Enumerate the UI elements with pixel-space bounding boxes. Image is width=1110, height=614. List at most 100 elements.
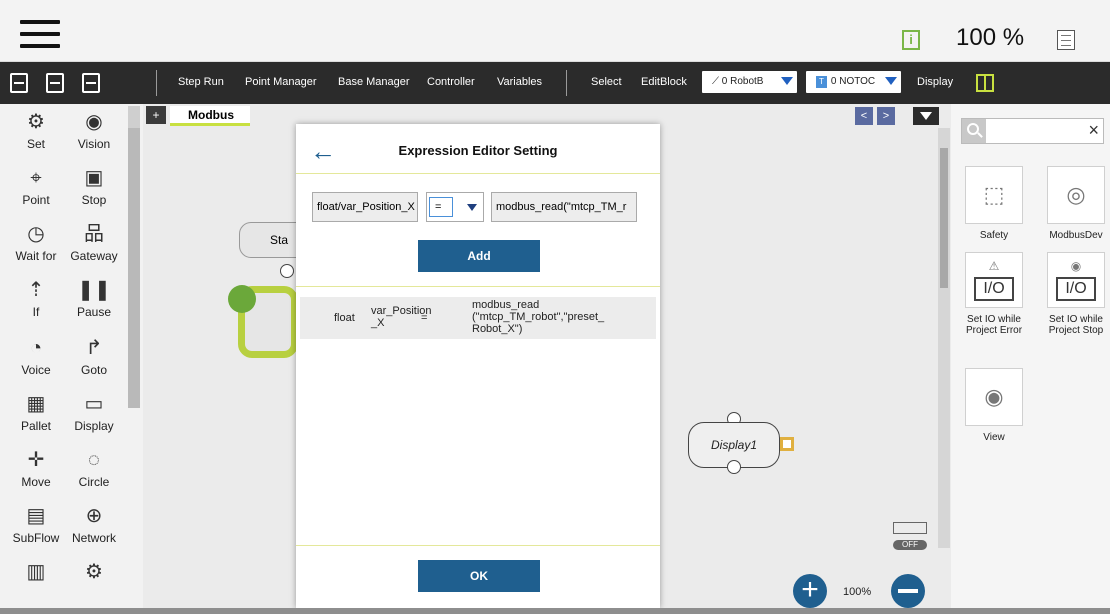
display-panel-icon[interactable] <box>976 74 994 92</box>
palette-item-1[interactable]: ◉ Vision <box>64 110 124 151</box>
scrollbar-thumb[interactable] <box>128 128 140 408</box>
palette-item-16[interactable]: ▥ <box>6 560 66 587</box>
palette-item-9[interactable]: ↱ Goto <box>64 336 124 377</box>
tool-badge: T <box>816 76 827 88</box>
palette-item-0[interactable]: ⚙ Set <box>6 110 66 151</box>
palette-icon: ⊕ <box>85 505 103 527</box>
ok-button[interactable]: OK <box>418 560 540 592</box>
controller-button[interactable]: Controller <box>427 76 475 88</box>
chevron-down-icon <box>467 204 477 211</box>
palette-icon: 品 <box>84 223 104 245</box>
clear-search-icon[interactable]: × <box>1088 120 1099 141</box>
editblock-button[interactable]: EditBlock <box>641 76 687 88</box>
chevron-down-icon <box>781 77 793 85</box>
component-glyph: ⬚ <box>983 182 1005 207</box>
robot-base-dropdown[interactable]: ⟋ 0 RobotB <box>702 71 797 93</box>
expression-input[interactable]: modbus_read("mtcp_TM_r <box>491 192 637 222</box>
operator-value: = <box>429 197 453 217</box>
toolbar: Step Run Point Manager Base Manager Cont… <box>0 62 1110 104</box>
component-glyph: ◉ <box>984 384 1004 409</box>
next-page-button[interactable]: > <box>877 107 895 125</box>
expression-operator: = <box>421 312 428 324</box>
display-node-port-right[interactable] <box>780 437 794 451</box>
speed-readout: 100 % <box>956 24 1025 51</box>
dialog-title: Expression Editor Setting <box>398 143 558 158</box>
search-icon <box>962 119 986 143</box>
palette-item-7[interactable]: ❚❚ Pause <box>64 278 124 319</box>
palette-label: Set <box>26 137 45 151</box>
component-label: Safety <box>979 230 1009 241</box>
palette-label: Gateway <box>70 249 118 263</box>
new-project-icon[interactable] <box>10 73 28 93</box>
expression-row[interactable]: float var_Position _X = modbus_read ("mt… <box>300 297 656 339</box>
palette-item-5[interactable]: 品 Gateway <box>64 222 124 263</box>
palette-icon: ▤ <box>26 505 46 527</box>
point-manager-button[interactable]: Point Manager <box>245 76 317 88</box>
palette-item-14[interactable]: ▤ SubFlow <box>6 504 66 545</box>
io-toggle[interactable]: OFF <box>893 522 927 562</box>
canvas-scrollbar[interactable] <box>938 128 950 548</box>
display-button[interactable]: Display <box>917 76 953 88</box>
palette-icon: ◌ <box>88 449 100 471</box>
palette-icon: ⚙ <box>85 561 103 583</box>
palette-item-6[interactable]: ⇡ If <box>6 278 66 319</box>
page-menu-button[interactable] <box>913 107 939 125</box>
info-icon[interactable]: i <box>902 30 920 50</box>
io-off-switch: OFF <box>893 540 927 550</box>
component-glyph: ⚠ <box>988 259 1000 273</box>
toolbar-divider <box>566 70 567 96</box>
component-item-3[interactable]: ◉ I/O Set IO while Project Stop <box>1039 252 1110 336</box>
palette-icon: ▭ <box>84 393 104 415</box>
palette-item-15[interactable]: ⊕ Network <box>64 504 124 545</box>
component-item-1[interactable]: ◎ ModbusDev <box>1039 166 1110 241</box>
base-manager-button[interactable]: Base Manager <box>338 76 410 88</box>
display-node-port-bottom[interactable] <box>727 460 741 474</box>
notes-icon[interactable] <box>1057 30 1075 50</box>
component-item-2[interactable]: ⚠ I/O Set IO while Project Error <box>957 252 1031 336</box>
palette-scrollbar[interactable] <box>128 106 140 408</box>
zoom-in-button[interactable]: + <box>793 574 827 608</box>
palette-label: Move <box>21 475 51 489</box>
open-project-icon[interactable] <box>46 73 64 93</box>
palette-icon: ◉ <box>85 111 103 133</box>
add-tab-button[interactable]: + <box>146 106 166 124</box>
step-run-button[interactable]: Step Run <box>178 76 224 88</box>
palette-item-12[interactable]: ✛ Move <box>6 448 66 489</box>
palette-item-11[interactable]: ▭ Display <box>64 392 124 433</box>
component-panel: × ⬚ Safety ◎ ModbusDev ⚠ I/O Set IO while Proj… <box>951 104 1110 608</box>
component-icon: ◉ I/O <box>1047 252 1105 308</box>
palette-item-3[interactable]: ▣ Stop <box>64 166 124 207</box>
select-button[interactable]: Select <box>591 76 622 88</box>
scrollbar-thumb[interactable] <box>940 148 948 288</box>
variables-button[interactable]: Variables <box>497 76 542 88</box>
palette-item-8[interactable]: ◔ Voice <box>6 336 66 377</box>
start-node-port[interactable] <box>280 264 294 278</box>
component-item-0[interactable]: ⬚ Safety <box>957 166 1031 241</box>
palette-icon: ⇡ <box>27 279 45 301</box>
palette-item-2[interactable]: ⌖ Point <box>6 166 66 207</box>
prev-page-button[interactable]: < <box>855 107 873 125</box>
variable-field[interactable]: float/var_Position_X <box>312 192 418 222</box>
node-palette: ⚙ Set ◉ Vision ⌖ Point ▣ Stop ◷ Wait for 品 Gateway ⇡… <box>0 104 143 608</box>
expression-type: float <box>334 312 355 324</box>
component-search-input[interactable]: × <box>961 118 1104 144</box>
palette-item-13[interactable]: ◌ Circle <box>64 448 124 489</box>
tab-modbus[interactable]: Modbus <box>170 106 250 126</box>
tool-dropdown[interactable]: T0 NOTOC <box>806 71 901 93</box>
operator-select[interactable]: = <box>426 192 484 222</box>
component-item-4[interactable]: ◉ View <box>957 368 1031 443</box>
palette-item-10[interactable]: ▦ Pallet <box>6 392 66 433</box>
add-button[interactable]: Add <box>418 240 540 272</box>
palette-icon: ⌖ <box>30 167 42 189</box>
component-icon: ◉ <box>965 368 1023 426</box>
menu-icon[interactable] <box>20 20 60 50</box>
palette-icon: ❚❚ <box>77 279 111 301</box>
edit-node-icon[interactable] <box>228 285 256 313</box>
save-project-icon[interactable] <box>82 73 100 93</box>
zoom-out-button[interactable] <box>891 574 925 608</box>
palette-item-4[interactable]: ◷ Wait for <box>6 222 66 263</box>
palette-item-17[interactable]: ⚙ <box>64 560 124 587</box>
tmflow-window: i 100 % Step Run Point Manager Base Mana… <box>0 0 1110 614</box>
io-box: I/O <box>974 277 1014 301</box>
palette-label: Pause <box>76 305 112 319</box>
